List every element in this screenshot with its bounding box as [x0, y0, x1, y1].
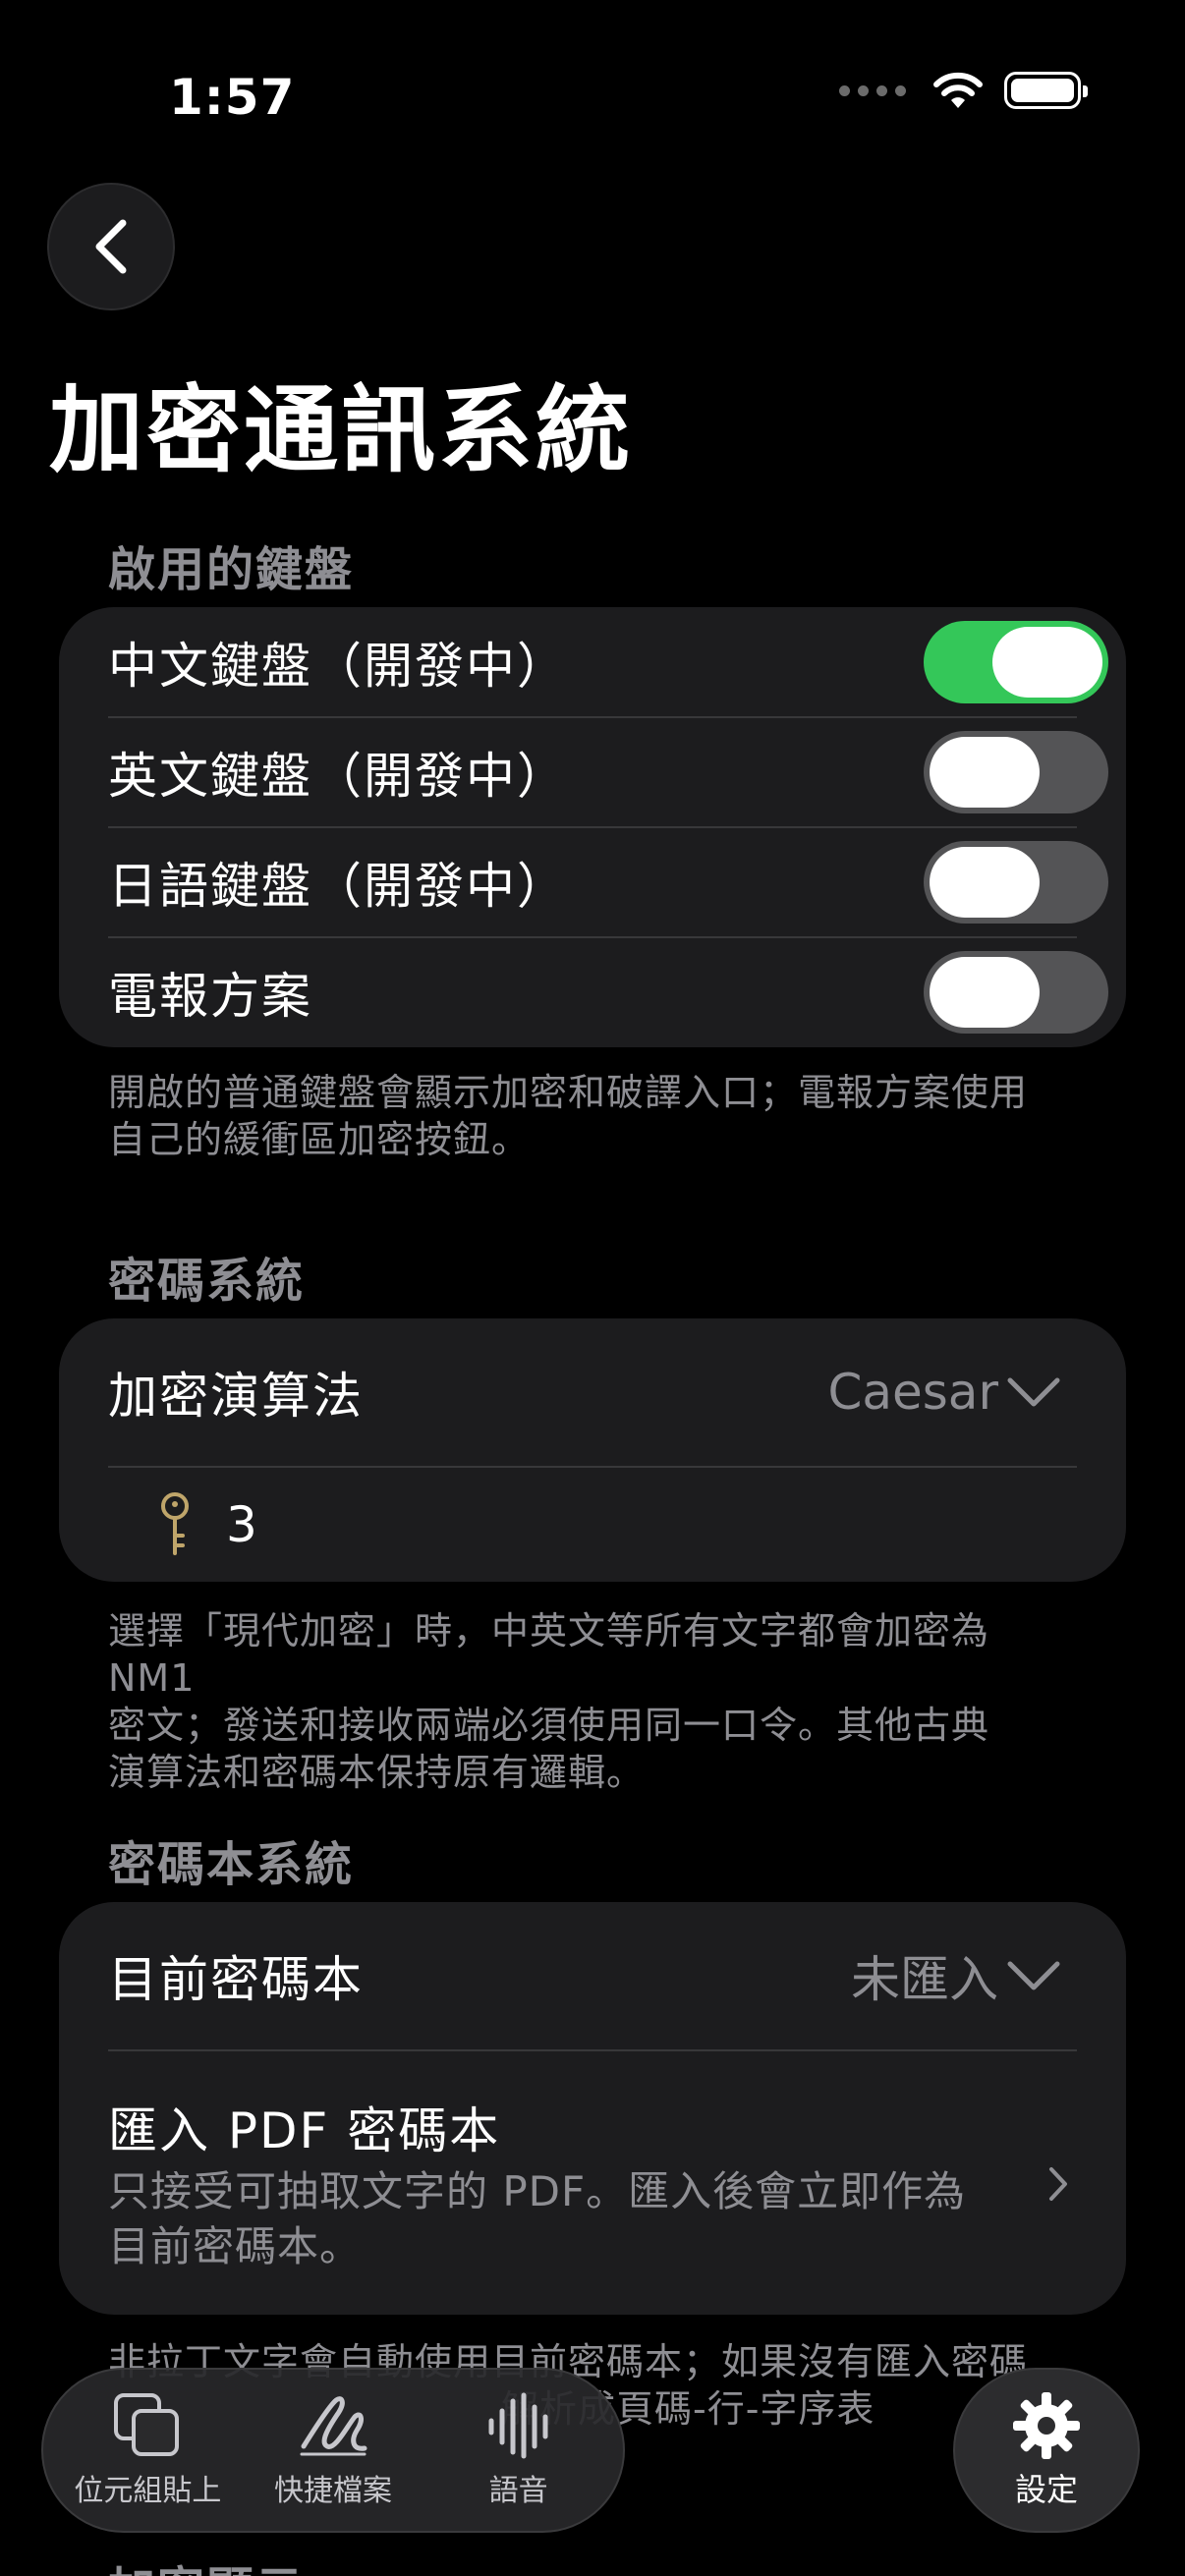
- tab-byte-paste[interactable]: 位元組貼上: [59, 2391, 236, 2509]
- tab-quick-file[interactable]: 快捷檔案: [245, 2391, 422, 2509]
- toggle-japanese-keyboard[interactable]: [924, 841, 1108, 924]
- section-header-cipher: 密碼系統: [108, 1254, 306, 1309]
- wifi-icon: [933, 72, 983, 108]
- keyboard-row-label: 中文鍵盤（開發中）: [108, 638, 568, 695]
- keyboards-footer: 開啟的普通鍵盤會顯示加密和破譯入口；電報方案使用 自己的緩衝區加密按鈕。: [108, 1069, 1071, 1163]
- toggle-chinese-keyboard[interactable]: [924, 621, 1108, 703]
- description-line: 只接受可抽取文字的 PDF。匯入後會立即作為: [108, 2167, 967, 2215]
- tab-voice[interactable]: 語音: [430, 2391, 607, 2509]
- cellular-dots-icon: [839, 84, 906, 96]
- copy-icon: [114, 2393, 180, 2456]
- algorithm-label: 加密演算法: [108, 1368, 364, 1425]
- keyboard-row-english: 英文鍵盤（開發中）: [59, 717, 1126, 827]
- codebook-card: 目前密碼本 未匯入 匯入 PDF 密碼本 只接受可抽取文字的 PDF。匯入後會立…: [59, 1902, 1126, 2315]
- chevron-down-icon: [1007, 1377, 1060, 1407]
- keyboards-card: 中文鍵盤（開發中） 英文鍵盤（開發中） 日語鍵盤（開發中） 電報方案: [59, 607, 1126, 1047]
- tab-bar: 位元組貼上 快捷檔案 語音: [41, 2368, 625, 2533]
- gear-icon: [1013, 2392, 1080, 2459]
- key-row[interactable]: 3: [59, 1468, 1126, 1582]
- import-pdf-description: 只接受可抽取文字的 PDF。匯入後會立即作為 目前密碼本。: [108, 2164, 966, 2274]
- keyboard-row-japanese: 日語鍵盤（開發中）: [59, 827, 1126, 937]
- footer-line: 密文；發送和接收兩端必須使用同一口令。其他古典: [108, 1704, 990, 1747]
- chevron-right-icon: [1049, 2167, 1067, 2201]
- section-header-codebook: 密碼本系統: [108, 1837, 355, 1892]
- keyboard-row-chinese: 中文鍵盤（開發中）: [59, 607, 1126, 717]
- key-value: 3: [226, 1496, 259, 1553]
- footer-line: 演算法和密碼本保持原有邏輯。: [108, 1751, 646, 1794]
- tab-label: 位元組貼上: [74, 2474, 222, 2508]
- footer-line: 自己的緩衝區加密按鈕。: [108, 1118, 531, 1161]
- toggle-english-keyboard[interactable]: [924, 731, 1108, 813]
- tab-label: 設定: [1014, 2471, 1078, 2508]
- description-line: 目前密碼本。: [108, 2222, 363, 2270]
- battery-icon: [1004, 72, 1088, 109]
- status-time: 1:57: [169, 69, 296, 126]
- page-title: 加密通訊系統: [49, 375, 633, 485]
- import-pdf-title: 匯入 PDF 密碼本: [108, 2102, 501, 2159]
- keyboard-row-label: 電報方案: [108, 968, 312, 1025]
- status-icons: [839, 71, 1088, 110]
- algorithm-picker[interactable]: Caesar: [827, 1364, 1061, 1421]
- import-pdf-row[interactable]: 匯入 PDF 密碼本 只接受可抽取文字的 PDF。匯入後會立即作為 目前密碼本。: [59, 2051, 1126, 2315]
- footer-line: 開啟的普通鍵盤會顯示加密和破譯入口；電報方案使用: [108, 1071, 1029, 1114]
- codebook-picker[interactable]: 未匯入: [851, 1940, 1061, 2011]
- keyboard-row-label: 英文鍵盤（開發中）: [108, 748, 568, 805]
- section-header-display: 加密顯示: [108, 2550, 305, 2576]
- cipher-card: 加密演算法 Caesar 3: [59, 1318, 1126, 1582]
- codebook-value: 未匯入: [851, 1951, 998, 2008]
- scribble-icon: [300, 2396, 367, 2456]
- algorithm-row[interactable]: 加密演算法 Caesar: [59, 1318, 1126, 1466]
- chevron-left-icon: [95, 219, 127, 274]
- keyboard-row-telegraph: 電報方案: [59, 937, 1126, 1047]
- waveform-icon: [488, 2392, 548, 2459]
- current-codebook-row[interactable]: 目前密碼本 未匯入: [59, 1902, 1126, 2049]
- tab-label: 快捷檔案: [273, 2474, 392, 2508]
- keyboard-row-label: 日語鍵盤（開發中）: [108, 858, 568, 915]
- key-icon: [161, 1492, 189, 1555]
- footer-line: 選擇「現代加密」時，中英文等所有文字都會加密為 NM1: [108, 1609, 990, 1700]
- algorithm-value: Caesar: [827, 1364, 998, 1421]
- section-header-keyboards: 啟用的鍵盤: [108, 542, 355, 597]
- tab-label: 語音: [488, 2474, 548, 2508]
- toggle-telegraph[interactable]: [924, 951, 1108, 1034]
- chevron-down-icon: [1007, 1961, 1060, 1990]
- back-button[interactable]: [47, 183, 175, 310]
- current-codebook-label: 目前密碼本: [108, 1951, 364, 2008]
- cipher-footer: 選擇「現代加密」時，中英文等所有文字都會加密為 NM1 密文；發送和接收兩端必須…: [108, 1607, 1071, 1796]
- tab-settings[interactable]: 設定: [953, 2368, 1140, 2533]
